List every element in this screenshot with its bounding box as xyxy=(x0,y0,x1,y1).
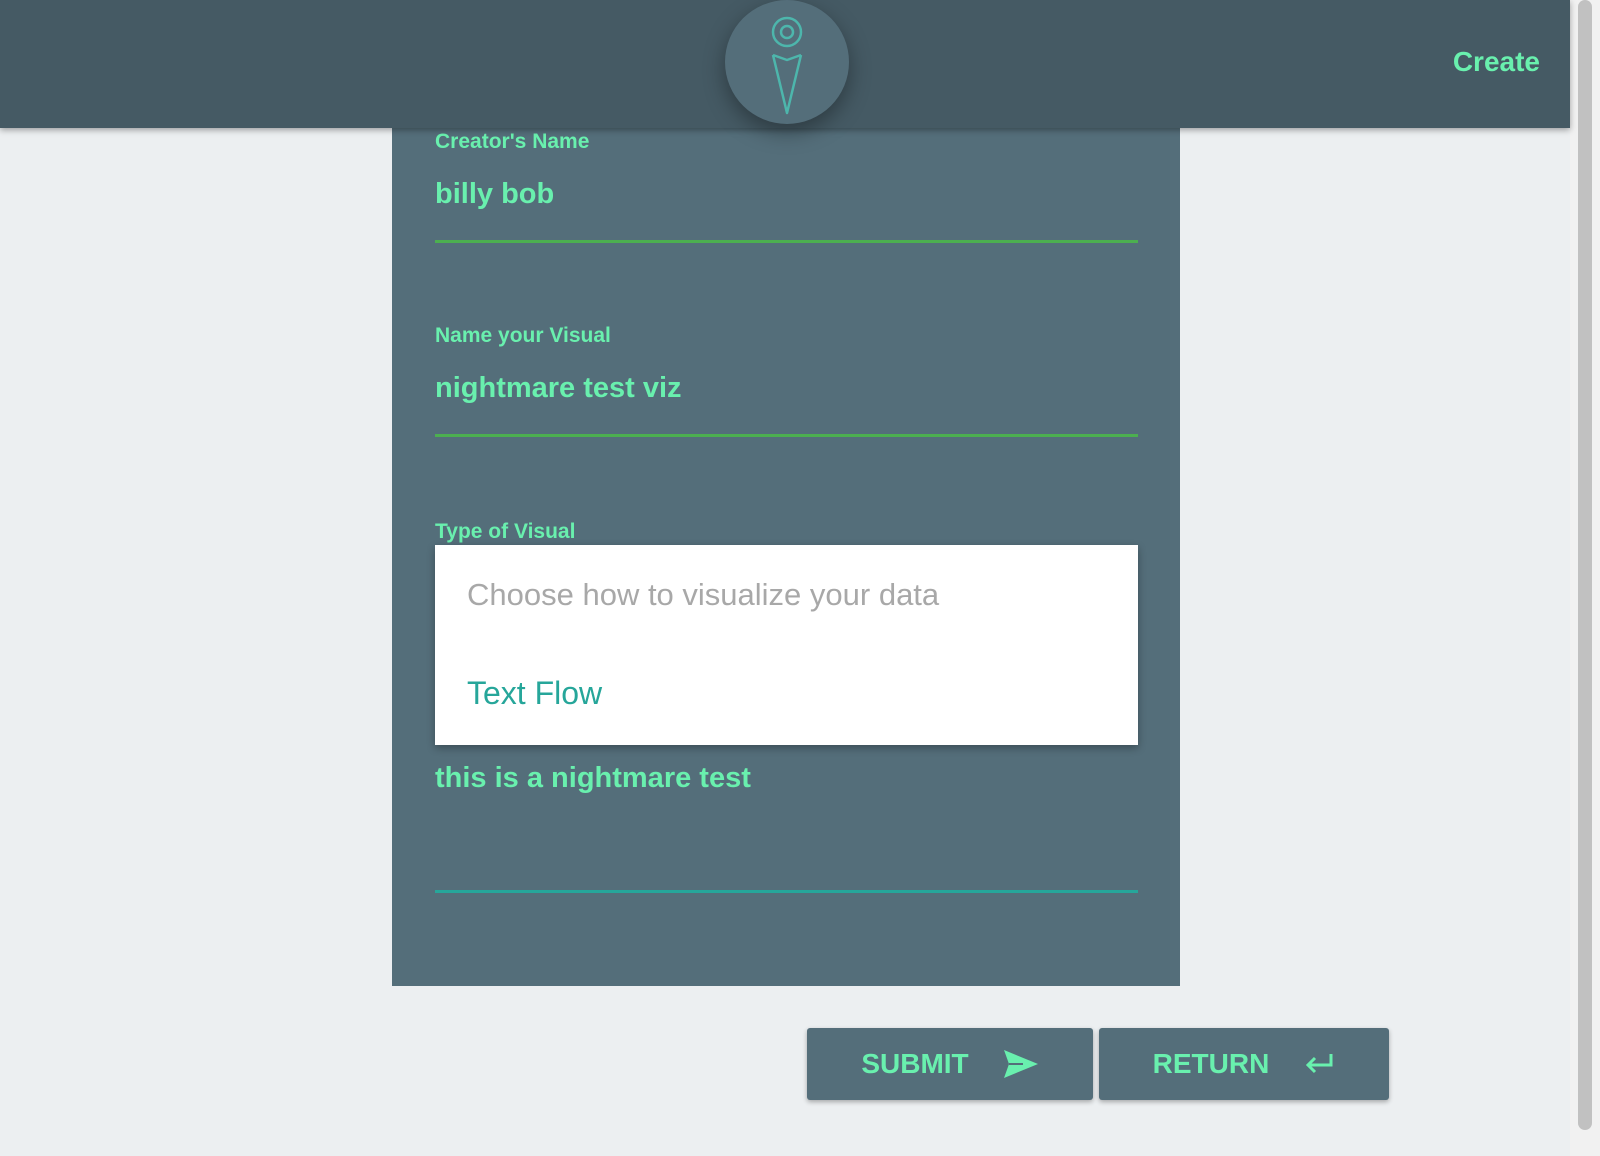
creator-name-label: Creator's Name xyxy=(435,130,590,153)
return-button[interactable]: RETURN xyxy=(1099,1028,1389,1100)
ice-cream-cone-icon xyxy=(771,16,803,115)
creator-name-underline xyxy=(435,240,1138,243)
description-textarea[interactable]: this is a nightmare test xyxy=(435,762,751,795)
scrollbar-thumb[interactable] xyxy=(1578,0,1592,1130)
visual-name-input[interactable]: nightmare test viz xyxy=(435,372,682,405)
create-visual-form: Creator's Name billy bob Name your Visua… xyxy=(392,126,1180,986)
visual-name-underline xyxy=(435,434,1138,437)
visual-type-placeholder: Choose how to visualize your data xyxy=(467,577,940,612)
app-logo[interactable] xyxy=(725,0,849,124)
return-arrow-icon xyxy=(1306,1054,1333,1074)
creator-name-input[interactable]: billy bob xyxy=(435,178,554,211)
visual-type-option-text-flow[interactable]: Text Flow xyxy=(467,675,602,712)
header-title-create[interactable]: Create xyxy=(1453,46,1540,78)
submit-button-label: SUBMIT xyxy=(861,1048,969,1079)
visual-type-label: Type of Visual xyxy=(435,520,576,543)
visual-type-dropdown-menu[interactable]: Choose how to visualize your data Text F… xyxy=(435,545,1138,745)
submit-button[interactable]: SUBMIT xyxy=(807,1028,1093,1100)
description-underline xyxy=(435,890,1138,893)
visual-name-label: Name your Visual xyxy=(435,324,611,347)
return-button-label: RETURN xyxy=(1152,1048,1270,1079)
send-icon xyxy=(1003,1050,1038,1078)
